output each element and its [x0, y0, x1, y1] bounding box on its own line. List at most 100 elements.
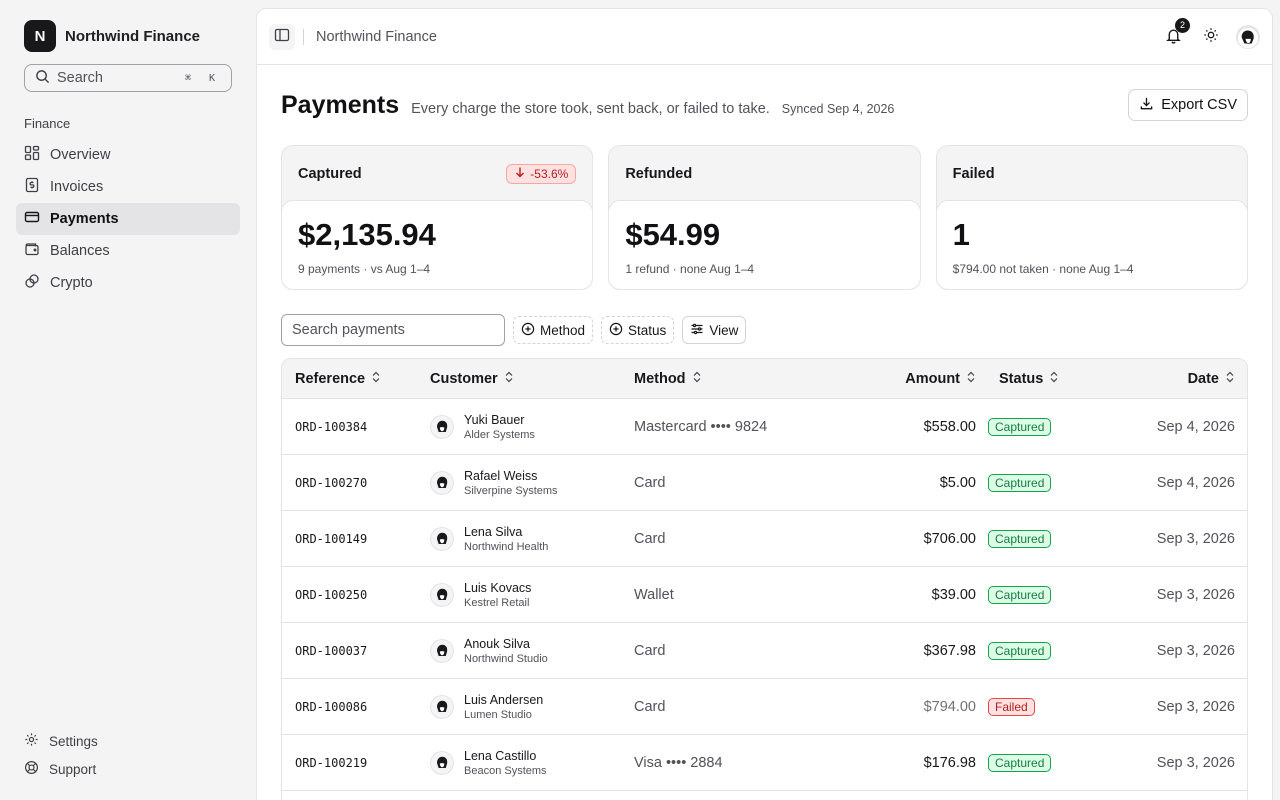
customer-cell: Luis Kovacs Kestrel Retail — [430, 581, 634, 609]
sidebar-item-payments[interactable]: Payments — [16, 203, 240, 235]
sidebar-item-support[interactable]: Support — [16, 755, 240, 783]
status-cell: Captured — [976, 473, 1116, 492]
sort-icon — [692, 371, 702, 387]
customer-name: Lena Castillo — [464, 748, 537, 763]
brand[interactable]: N Northwind Finance — [16, 20, 240, 52]
sidebar-item-label: Overview — [50, 147, 111, 163]
table-row[interactable]: ORD-100149 Lena Silva Northwind Health C… — [282, 511, 1247, 567]
stat-value: 1 — [952, 217, 970, 252]
sort-icon — [966, 371, 976, 387]
method-cell: Card — [634, 475, 846, 491]
amount-cell: $367.98 — [846, 643, 976, 659]
column-label: Status — [999, 370, 1044, 387]
customer-cell: Lena Silva Northwind Health — [430, 525, 634, 553]
reference-id[interactable]: ORD-100250 — [295, 588, 367, 602]
breadcrumb[interactable]: Northwind Finance — [316, 29, 437, 45]
customer-text: Luis Kovacs Kestrel Retail — [464, 581, 531, 609]
brand-logo: N — [24, 20, 56, 52]
reference-id[interactable]: ORD-100037 — [295, 644, 367, 658]
stat-value: $54.99 — [625, 217, 721, 252]
payment-method: Mastercard •••• 9824 — [634, 418, 768, 435]
column-header-reference[interactable]: Reference — [282, 371, 430, 387]
column-header-method[interactable]: Method — [634, 371, 846, 387]
reference-id[interactable]: ORD-100270 — [295, 476, 367, 490]
customer-cell: Yuki Bauer Alder Systems — [430, 413, 634, 441]
reference-id[interactable]: ORD-100149 — [295, 532, 367, 546]
stat-card-body: 1 $794.00 not taken · none Aug 1–4 — [935, 200, 1248, 290]
status-badge: Captured — [988, 641, 1052, 660]
payment-date: Sep 4, 2026 — [1156, 474, 1235, 491]
customer-text: Lena Silva Northwind Health — [464, 525, 548, 553]
column-label: Reference — [295, 370, 366, 387]
plus-circle-icon — [521, 322, 535, 339]
stat-label: Failed — [952, 165, 995, 182]
date-cell: Sep 3, 2026 — [1116, 699, 1247, 715]
sidebar-item-settings[interactable]: Settings — [16, 727, 240, 755]
sidebar-toggle-icon — [274, 27, 290, 46]
amount-cell: $706.00 — [846, 531, 976, 547]
reference-id[interactable]: ORD-100219 — [295, 756, 367, 770]
user-avatar[interactable] — [1236, 24, 1260, 49]
sidebar-item-balances[interactable]: Balances — [16, 235, 240, 267]
sidebar-footer: Settings Support — [16, 727, 240, 783]
method-filter-button[interactable]: Method — [513, 316, 594, 344]
sidebar-item-label: Crypto — [50, 275, 93, 291]
payments-table: Reference Customer Method Amount Status — [281, 358, 1248, 800]
status-badge: Failed — [988, 697, 1035, 716]
topbar-actions: 2 — [1160, 17, 1260, 50]
column-header-status[interactable]: Status — [976, 371, 1116, 387]
customer-company: Kestrel Retail — [464, 596, 530, 609]
sidebar-item-invoices[interactable]: Invoices — [16, 171, 240, 203]
payment-method: Card — [634, 698, 666, 715]
table-row[interactable]: ORD-100250 Luis Kovacs Kestrel Retail Wa… — [282, 567, 1247, 623]
table-row[interactable]: ORD-100270 Rafael Weiss Silverpine Syste… — [282, 455, 1247, 511]
customer-cell: Rafael Weiss Silverpine Systems — [430, 469, 634, 497]
status-badge: Captured — [988, 585, 1052, 604]
column-header-customer[interactable]: Customer — [430, 371, 634, 387]
reference-cell: ORD-100037 — [282, 644, 430, 658]
reference-id[interactable]: ORD-100086 — [295, 700, 367, 714]
sort-icon — [1049, 371, 1059, 387]
customer-avatar — [430, 582, 454, 607]
customer-company: Alder Systems — [464, 428, 535, 441]
payment-method: Visa •••• 2884 — [634, 754, 723, 771]
stat-card-body: $54.99 1 refund · none Aug 1–4 — [608, 200, 921, 290]
method-cell: Wallet — [634, 587, 846, 603]
method-filter-label: Method — [540, 322, 586, 338]
theme-toggle-button[interactable] — [1198, 24, 1224, 50]
status-filter-button[interactable]: Status — [601, 316, 675, 344]
sidebar-search[interactable]: Search ⌘ K — [24, 64, 232, 92]
sync-status: Synced Sep 4, 2026 — [781, 102, 895, 116]
search-payments-input[interactable]: Search payments — [281, 314, 505, 346]
stat-card-header: Captured -53.6% — [282, 146, 592, 201]
reference-id[interactable]: ORD-100384 — [295, 420, 367, 434]
plus-circle-icon — [609, 322, 623, 339]
arrow-down-icon — [514, 166, 526, 181]
customer-cell: Lena Castillo Beacon Systems — [430, 749, 634, 777]
sidebar-item-crypto[interactable]: Crypto — [16, 267, 240, 299]
crypto-icon — [24, 273, 40, 293]
sidebar-toggle-button[interactable] — [269, 23, 295, 50]
payment-amount: $367.98 — [923, 642, 976, 659]
table-row[interactable]: ORD-100219 Lena Castillo Beacon Systems … — [282, 735, 1247, 791]
reference-cell: ORD-100149 — [282, 532, 430, 546]
sidebar-item-overview[interactable]: Overview — [16, 139, 240, 171]
stat-cards: Captured -53.6% $2,135.94 9 payments · v… — [281, 145, 1248, 290]
status-cell: Captured — [976, 529, 1116, 548]
customer-company: Northwind Studio — [464, 652, 548, 665]
table-row[interactable]: ORD-100384 Yuki Bauer Alder Systems Mast… — [282, 399, 1247, 455]
notifications-button[interactable]: 2 — [1160, 17, 1190, 50]
table-row[interactable]: ORD-100086 Luis Andersen Lumen Studio Ca… — [282, 679, 1247, 735]
stat-card-body: $2,135.94 9 payments · vs Aug 1–4 — [281, 200, 594, 290]
column-header-date[interactable]: Date — [1116, 371, 1247, 387]
table-row[interactable]: ORD-100037 Anouk Silva Northwind Studio … — [282, 623, 1247, 679]
view-options-button[interactable]: View — [682, 316, 747, 344]
column-header-amount[interactable]: Amount — [846, 371, 976, 387]
delta-value: -53.6% — [530, 166, 569, 181]
sliders-icon — [690, 322, 704, 339]
date-cell: Sep 3, 2026 — [1116, 755, 1247, 771]
delta-badge: -53.6% — [506, 163, 577, 184]
customer-cell: Anouk Silva Northwind Studio — [430, 637, 634, 665]
status-badge: Captured — [988, 473, 1052, 492]
export-csv-button[interactable]: Export CSV — [1128, 89, 1248, 121]
